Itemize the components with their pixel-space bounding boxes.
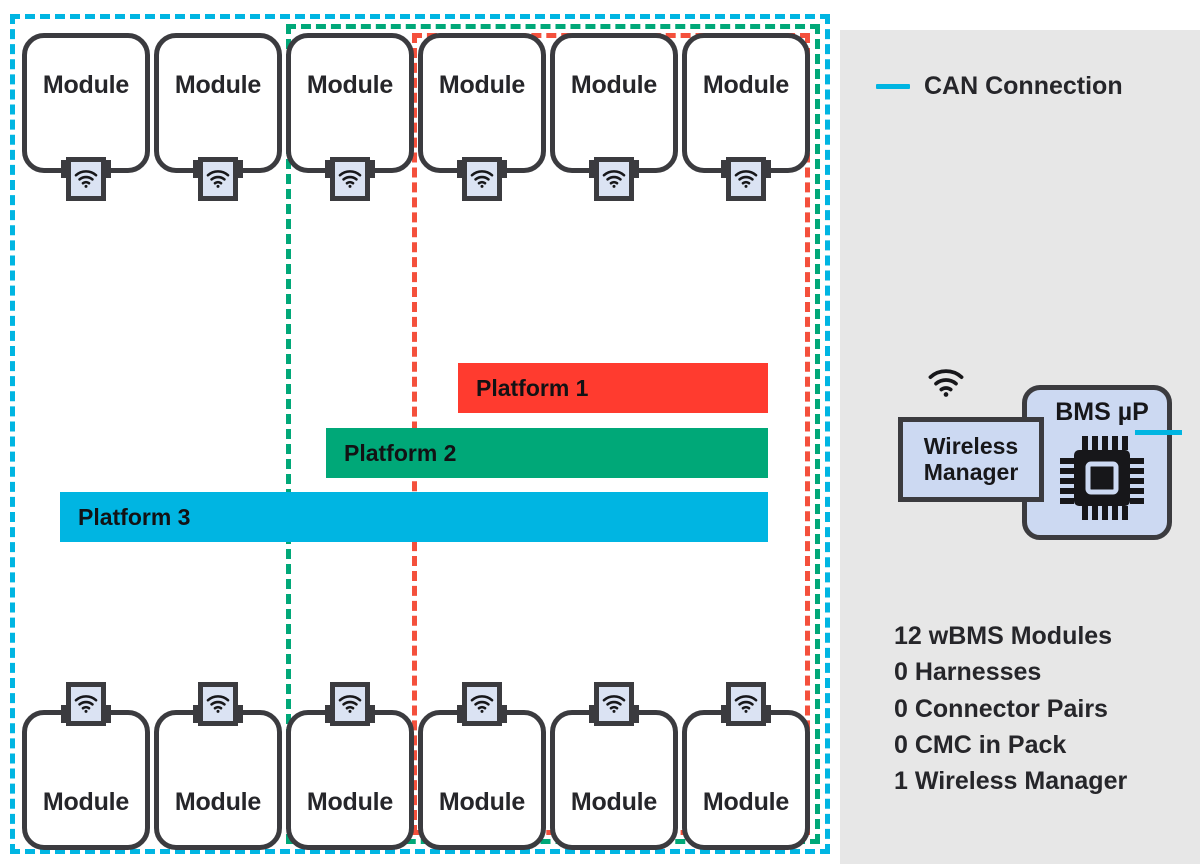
module-top-6[interactable]: Module bbox=[682, 33, 810, 201]
wifi-icon bbox=[66, 682, 106, 726]
side-panel: CAN Connection BMS µP Wireless Manager 1… bbox=[840, 30, 1200, 864]
wifi-icon bbox=[594, 157, 634, 201]
stat-connector-pairs: 0 Connector Pairs bbox=[894, 694, 1108, 723]
module-label: Module bbox=[438, 788, 526, 816]
stats-list: 12 wBMS Modules 0 Harnesses 0 Connector … bbox=[894, 618, 1127, 799]
module-top-1[interactable]: Module bbox=[22, 33, 150, 201]
stat-wbms-modules: 12 wBMS Modules bbox=[894, 622, 1113, 650]
module-body bbox=[418, 710, 546, 850]
bms-cluster: BMS µP Wireless Manager bbox=[870, 355, 1200, 545]
module-body bbox=[286, 710, 414, 850]
wifi-icon bbox=[594, 682, 634, 726]
wifi-icon bbox=[330, 157, 370, 201]
module-bottom-6[interactable]: Module bbox=[682, 682, 810, 850]
module-label: Module bbox=[306, 788, 394, 816]
module-body bbox=[154, 710, 282, 850]
module-body bbox=[550, 710, 678, 850]
module-label: Module bbox=[42, 788, 130, 816]
wifi-icon bbox=[330, 682, 370, 726]
stat-harnesses: 0 Harnesses bbox=[894, 658, 1042, 687]
bms-title: BMS µP bbox=[1055, 398, 1149, 426]
module-label: Module bbox=[570, 788, 658, 816]
module-bottom-4[interactable]: Module bbox=[418, 682, 546, 850]
module-bottom-2[interactable]: Module bbox=[154, 682, 282, 850]
module-label: Module bbox=[702, 788, 790, 816]
stat-wireless-manager: 1 Wireless Manager bbox=[894, 767, 1128, 795]
module-label: Module bbox=[42, 71, 130, 99]
platform-3-bar[interactable]: Platform 3 bbox=[60, 492, 768, 542]
bms-processor-card[interactable]: BMS µP bbox=[1022, 385, 1172, 540]
can-connection-line-extension bbox=[1135, 430, 1182, 435]
module-bottom-1[interactable]: Module bbox=[22, 682, 150, 850]
module-label: Module bbox=[306, 71, 394, 99]
module-label: Module bbox=[174, 71, 262, 99]
wifi-icon bbox=[726, 682, 766, 726]
stat-cmc-in-pack: 0 CMC in Pack bbox=[894, 730, 1067, 759]
legend-can-connection: CAN Connection bbox=[876, 72, 1123, 101]
wifi-icon bbox=[66, 157, 106, 201]
diagram-canvas: Module Module Module Module Module Modul… bbox=[0, 0, 1200, 864]
wireless-manager-box[interactable]: Wireless Manager bbox=[898, 417, 1044, 502]
microchip-icon bbox=[1054, 430, 1150, 531]
module-top-4[interactable]: Module bbox=[418, 33, 546, 201]
module-body bbox=[22, 710, 150, 850]
module-body bbox=[418, 33, 546, 173]
module-bottom-3[interactable]: Module bbox=[286, 682, 414, 850]
module-label: Module bbox=[174, 788, 262, 816]
legend-label: CAN Connection bbox=[924, 72, 1123, 100]
module-top-5[interactable]: Module bbox=[550, 33, 678, 201]
module-body bbox=[22, 33, 150, 173]
module-body bbox=[682, 710, 810, 850]
module-top-3[interactable]: Module bbox=[286, 33, 414, 201]
module-top-2[interactable]: Module bbox=[154, 33, 282, 201]
wifi-icon bbox=[462, 157, 502, 201]
wireless-manager-line-2: Manager bbox=[923, 458, 1019, 485]
module-body bbox=[154, 33, 282, 173]
platform-2-label: Platform 2 bbox=[344, 439, 457, 466]
platform-3-label: Platform 3 bbox=[78, 503, 191, 530]
module-body bbox=[682, 33, 810, 173]
can-connection-line-swatch bbox=[876, 84, 910, 89]
wifi-icon bbox=[726, 157, 766, 201]
wifi-icon bbox=[198, 682, 238, 726]
wifi-icon bbox=[927, 369, 965, 402]
module-label: Module bbox=[570, 71, 658, 99]
platform-1-label: Platform 1 bbox=[476, 374, 589, 401]
module-label: Module bbox=[438, 71, 526, 99]
wifi-icon bbox=[198, 157, 238, 201]
wifi-icon bbox=[462, 682, 502, 726]
module-body bbox=[550, 33, 678, 173]
module-body bbox=[286, 33, 414, 173]
module-bottom-5[interactable]: Module bbox=[550, 682, 678, 850]
platform-2-bar[interactable]: Platform 2 bbox=[326, 428, 768, 478]
module-label: Module bbox=[702, 71, 790, 99]
wireless-manager-line-1: Wireless bbox=[923, 432, 1019, 459]
platform-1-bar[interactable]: Platform 1 bbox=[458, 363, 768, 413]
